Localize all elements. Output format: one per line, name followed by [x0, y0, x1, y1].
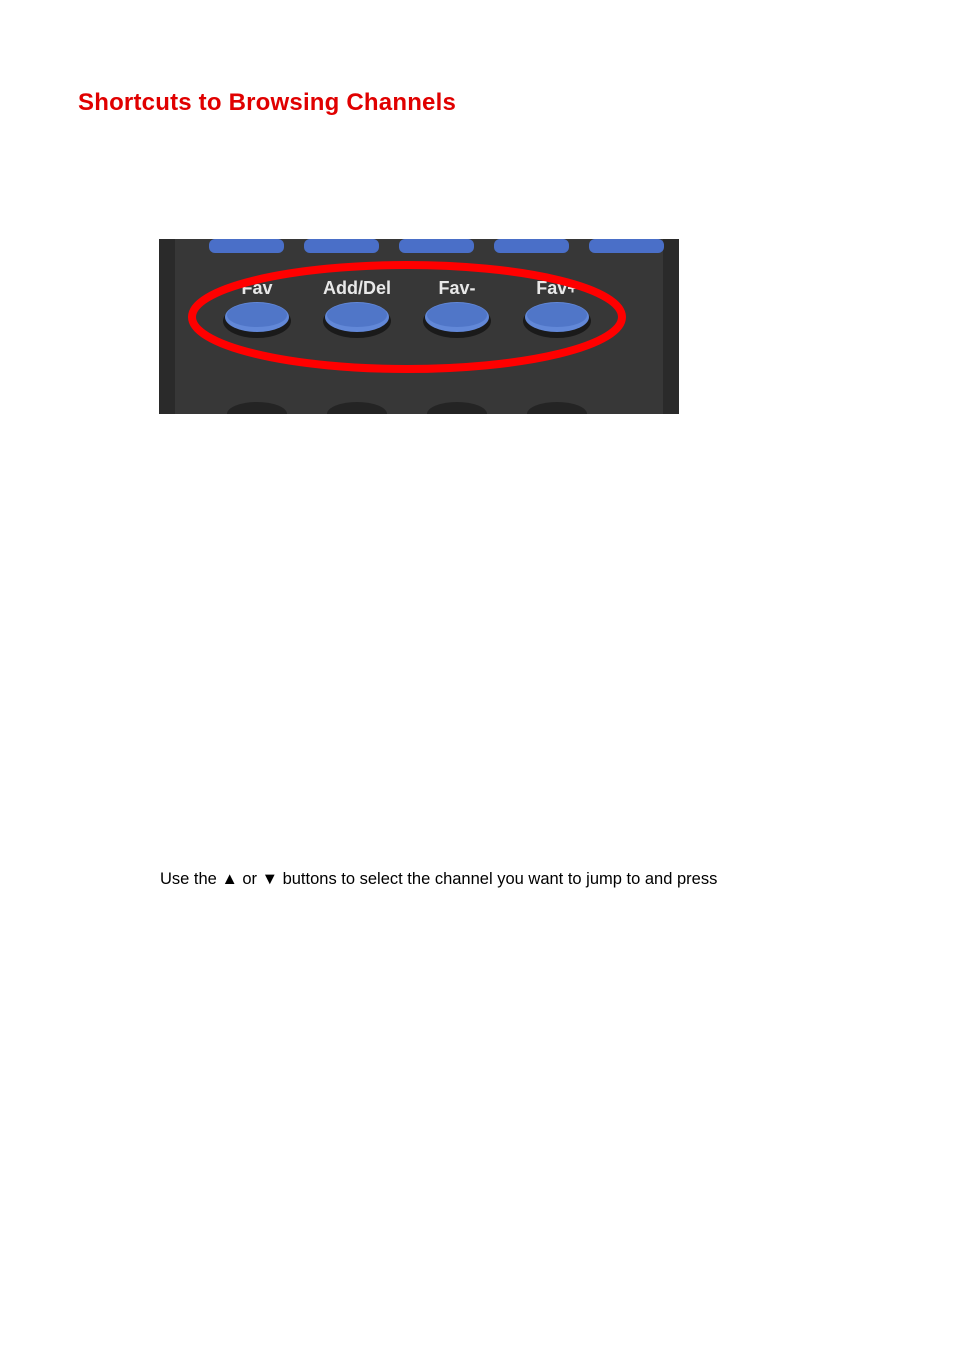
fav-minus-button [423, 302, 491, 338]
remote-control-photo: Fav Add/Del Fav- Fav+ [159, 239, 679, 414]
down-arrow-icon: ▼ [262, 870, 278, 888]
fav-button [223, 302, 291, 338]
instruction-suffix: buttons to select the channel you want t… [278, 870, 717, 888]
remote-svg: Fav Add/Del Fav- Fav+ [159, 239, 679, 414]
add-del-button [323, 302, 391, 338]
fav-minus-label: Fav- [438, 278, 475, 298]
add-del-label: Add/Del [323, 278, 391, 298]
fav-plus-button [523, 302, 591, 338]
instruction-text: Use the ▲ or ▼ buttons to select the cha… [160, 870, 717, 889]
up-arrow-icon: ▲ [221, 870, 237, 888]
instruction-mid: or [238, 870, 262, 888]
page-heading: Shortcuts to Browsing Channels [78, 89, 456, 117]
instruction-prefix: Use the [160, 870, 221, 888]
